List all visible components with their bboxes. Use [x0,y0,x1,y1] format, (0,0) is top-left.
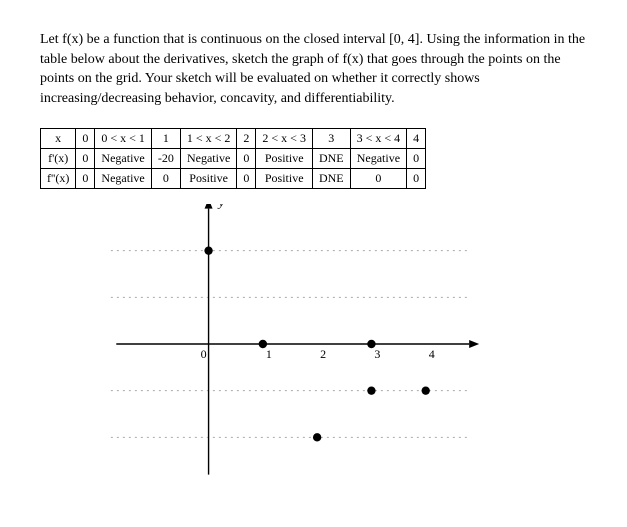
svg-text:2: 2 [320,347,326,361]
graph-svg: 01234yx [100,204,480,484]
svg-text:0: 0 [201,347,207,361]
svg-text:3: 3 [374,347,380,361]
svg-text:1: 1 [266,347,272,361]
svg-text:y: y [217,204,225,210]
row-label: x [41,129,76,149]
table-row: x 0 0 < x < 1 1 1 < x < 2 2 2 < x < 3 3 … [41,129,426,149]
problem-statement: Let f(x) be a function that is continuou… [40,30,587,108]
row-label: f''(x) [41,169,76,189]
row-label: f'(x) [41,149,76,169]
table-row: f'(x) 0 Negative -20 Negative 0 Positive… [41,149,426,169]
table-row: f''(x) 0 Negative 0 Positive 0 Positive … [41,169,426,189]
coordinate-plane: 01234yx [100,204,480,484]
svg-text:4: 4 [429,347,435,361]
derivative-table: x 0 0 < x < 1 1 1 < x < 2 2 2 < x < 3 3 … [40,128,426,189]
